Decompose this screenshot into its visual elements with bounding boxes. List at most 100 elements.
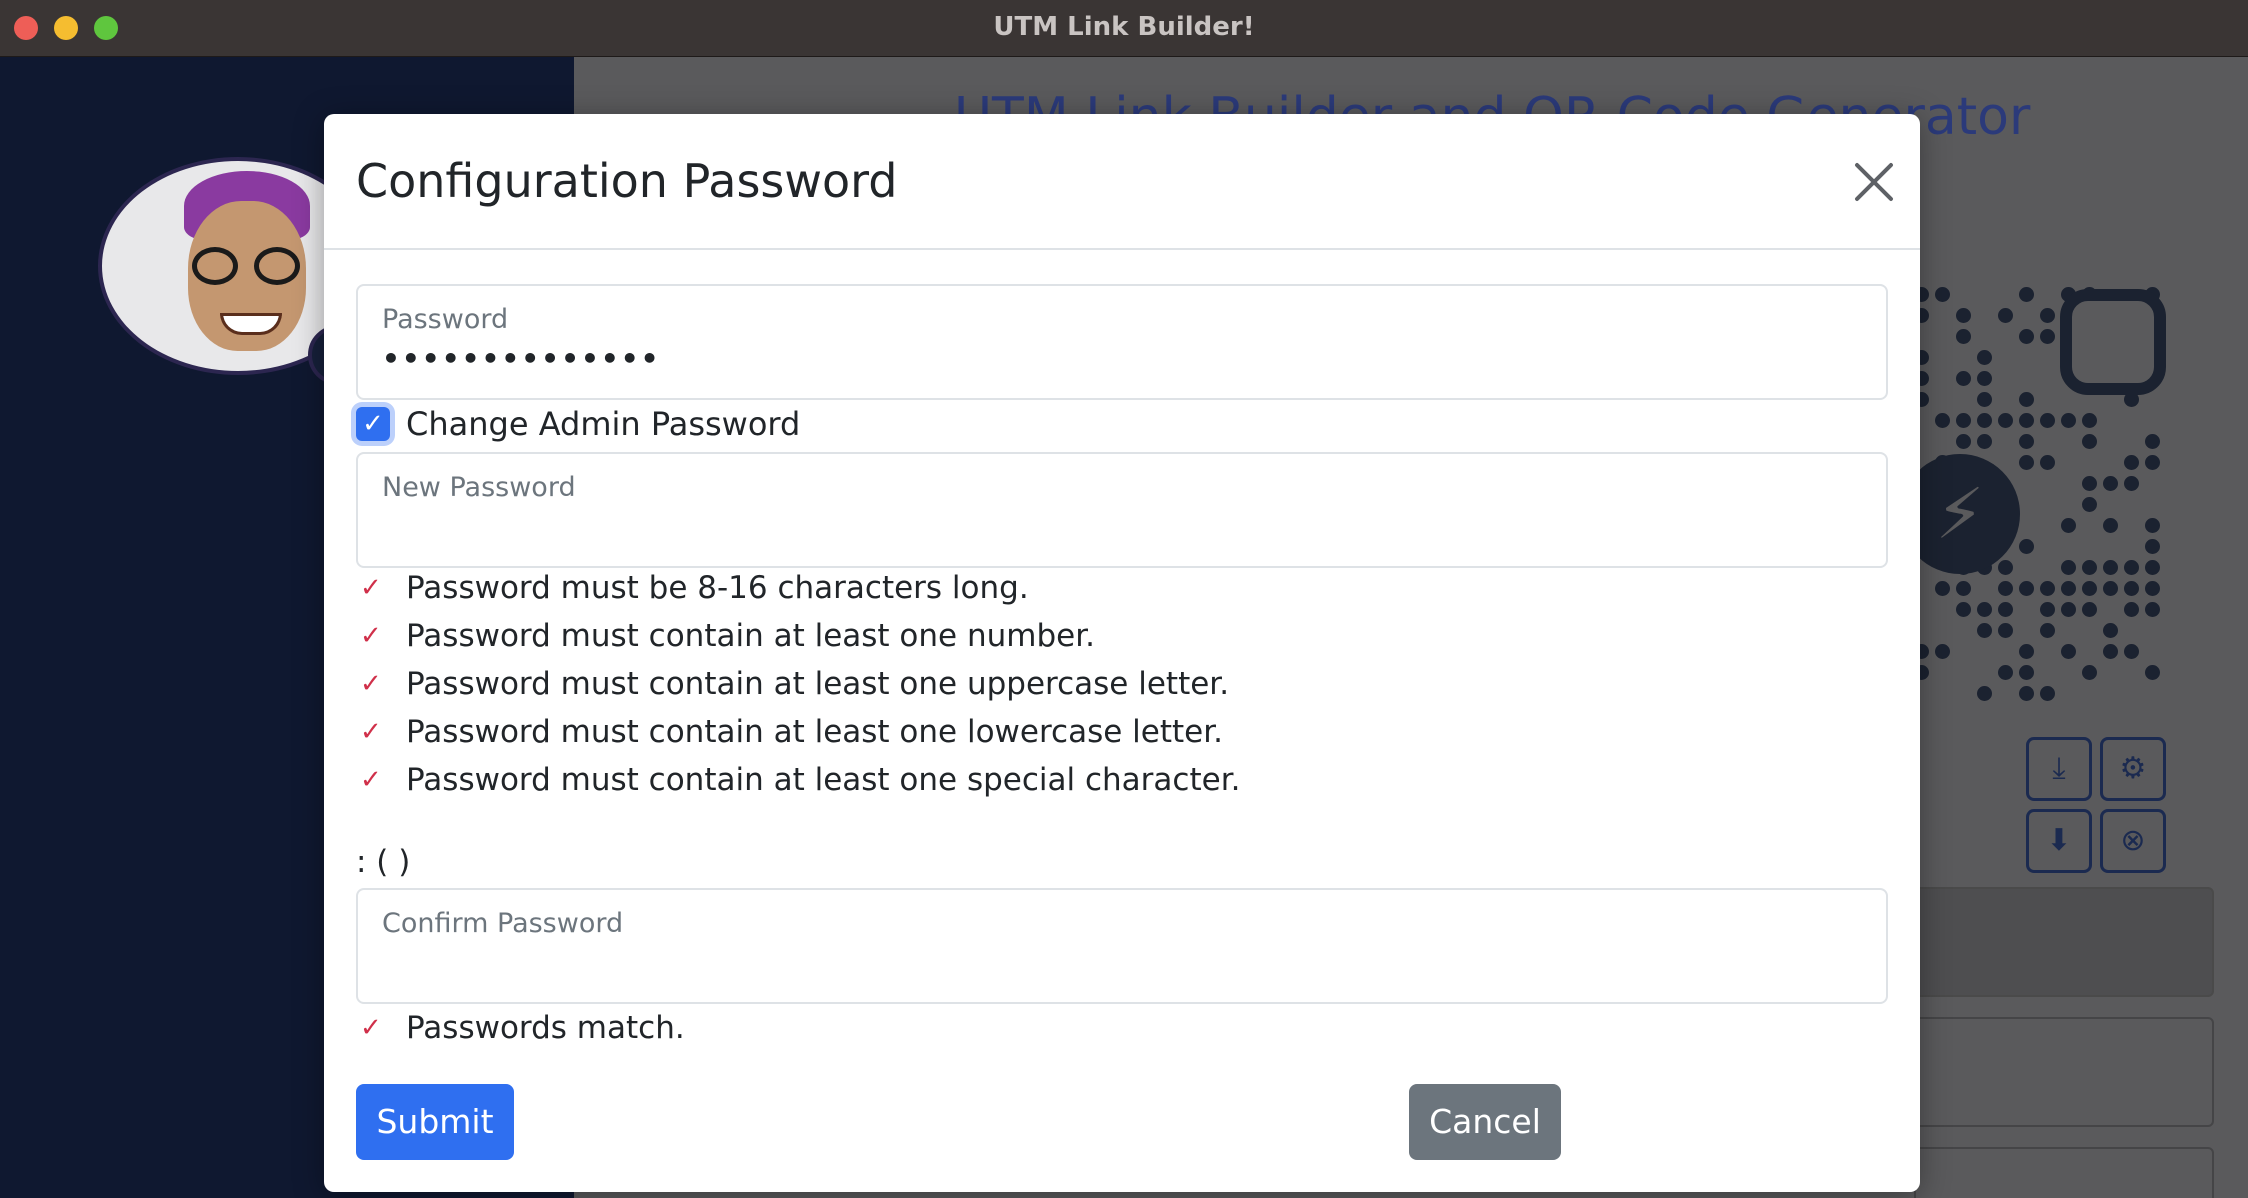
modal-header: Configuration Password — [324, 114, 1920, 250]
qr-module — [2061, 413, 2076, 428]
qr-module — [1956, 371, 1971, 386]
config-password-modal: Configuration Password Password ••••••••… — [324, 114, 1920, 1192]
qr-module — [1998, 623, 2013, 638]
qr-module — [2019, 581, 2034, 596]
change-admin-password-row[interactable]: ✓ Change Admin Password — [356, 400, 800, 448]
qr-module — [1935, 581, 1950, 596]
qr-module — [1977, 623, 1992, 638]
title-bar: UTM Link Builder! — [0, 0, 2248, 57]
qr-module — [1998, 560, 2013, 575]
check-icon: ✓ — [360, 621, 382, 651]
rule-text: Password must contain at least one numbe… — [406, 618, 1095, 654]
password-match-row: ✓ Passwords match. — [360, 1004, 685, 1052]
qr-module — [1956, 581, 1971, 596]
qr-module — [1977, 602, 1992, 617]
save-icon[interactable]: ⬇ — [2026, 809, 2092, 873]
qr-module — [2061, 602, 2076, 617]
qr-module — [1935, 287, 1950, 302]
qr-module — [2061, 560, 2076, 575]
qr-module — [1956, 308, 1971, 323]
background-field — [1914, 1147, 2214, 1198]
qr-module — [2124, 560, 2139, 575]
qr-module — [2145, 602, 2160, 617]
qr-module — [2061, 644, 2076, 659]
qr-module — [2061, 518, 2076, 533]
password-field[interactable]: Password •••••••••••••• — [356, 284, 1888, 400]
qr-module — [2145, 434, 2160, 449]
password-value[interactable]: •••••••••••••• — [382, 342, 661, 375]
qr-module — [2019, 434, 2034, 449]
qr-module — [1977, 371, 1992, 386]
qr-module — [1935, 413, 1950, 428]
qr-module — [2124, 602, 2139, 617]
qr-module — [1998, 581, 2013, 596]
password-match-text: Passwords match. — [406, 1010, 685, 1046]
qr-module — [2019, 539, 2034, 554]
qr-module — [1977, 350, 1992, 365]
qr-module — [2103, 518, 2118, 533]
qr-module — [1977, 413, 1992, 428]
qr-module — [2040, 602, 2055, 617]
cancel-button[interactable]: Cancel — [1409, 1084, 1561, 1160]
qr-module — [2145, 665, 2160, 680]
qr-module — [1935, 644, 1950, 659]
qr-module — [2040, 308, 2055, 323]
qr-module — [2103, 644, 2118, 659]
qr-module — [1998, 602, 2013, 617]
confirm-password-field[interactable]: Confirm Password — [356, 888, 1888, 1004]
submit-button[interactable]: Submit — [356, 1084, 514, 1160]
qr-module — [2082, 602, 2097, 617]
rule-item: ✓ Password must contain at least one spe… — [360, 756, 1240, 804]
gear-icon[interactable]: ⚙ — [2100, 737, 2166, 801]
rule-item: ✓ Password must contain at least one low… — [360, 708, 1240, 756]
password-rules: ✓ Password must be 8-16 characters long.… — [360, 564, 1240, 804]
qr-module — [2145, 455, 2160, 470]
new-password-label: New Password — [382, 472, 576, 503]
new-password-field[interactable]: New Password — [356, 452, 1888, 568]
rule-text: Password must contain at least one lower… — [406, 714, 1223, 750]
rule-item: ✓ Password must be 8-16 characters long. — [360, 564, 1240, 612]
qr-module — [1977, 392, 1992, 407]
qr-module — [1956, 434, 1971, 449]
qr-module — [1998, 413, 2013, 428]
qr-module — [2019, 392, 2034, 407]
qr-module — [2124, 476, 2139, 491]
qr-module — [2082, 581, 2097, 596]
qr-module — [2019, 644, 2034, 659]
qr-module — [2082, 665, 2097, 680]
qr-module — [1977, 686, 1992, 701]
background-panel — [1914, 887, 2214, 997]
qr-module — [2019, 413, 2034, 428]
rule-text: Password must contain at least one speci… — [406, 762, 1241, 798]
qr-module — [2040, 413, 2055, 428]
qr-module — [2082, 413, 2097, 428]
qr-module — [2145, 560, 2160, 575]
rule-item: ✓ Password must contain at least one num… — [360, 612, 1240, 660]
password-label: Password — [382, 304, 509, 335]
qr-module — [2019, 329, 2034, 344]
qr-module — [1998, 665, 2013, 680]
qr-module — [2145, 518, 2160, 533]
qr-module — [2082, 434, 2097, 449]
download-icon[interactable]: ⤓ — [2026, 737, 2092, 801]
qr-module — [2124, 581, 2139, 596]
qr-module — [2082, 497, 2097, 512]
qr-module — [2019, 455, 2034, 470]
qr-module — [2061, 581, 2076, 596]
qr-module — [1977, 434, 1992, 449]
change-admin-password-label[interactable]: Change Admin Password — [406, 405, 800, 443]
change-admin-password-checkbox[interactable]: ✓ — [356, 407, 390, 441]
background-field — [1914, 1017, 2214, 1127]
check-icon: ✓ — [360, 1013, 382, 1043]
qr-module — [2124, 644, 2139, 659]
qr-module — [2145, 581, 2160, 596]
qr-module — [1998, 308, 2013, 323]
qr-module — [2019, 686, 2034, 701]
qr-module — [2019, 287, 2034, 302]
rule-item: ✓ Password must contain at least one upp… — [360, 660, 1240, 708]
qr-module — [2040, 623, 2055, 638]
clear-icon[interactable]: ⊗ — [2100, 809, 2166, 873]
qr-module — [2040, 686, 2055, 701]
check-icon: ✓ — [360, 573, 382, 603]
close-icon[interactable] — [1848, 156, 1900, 208]
